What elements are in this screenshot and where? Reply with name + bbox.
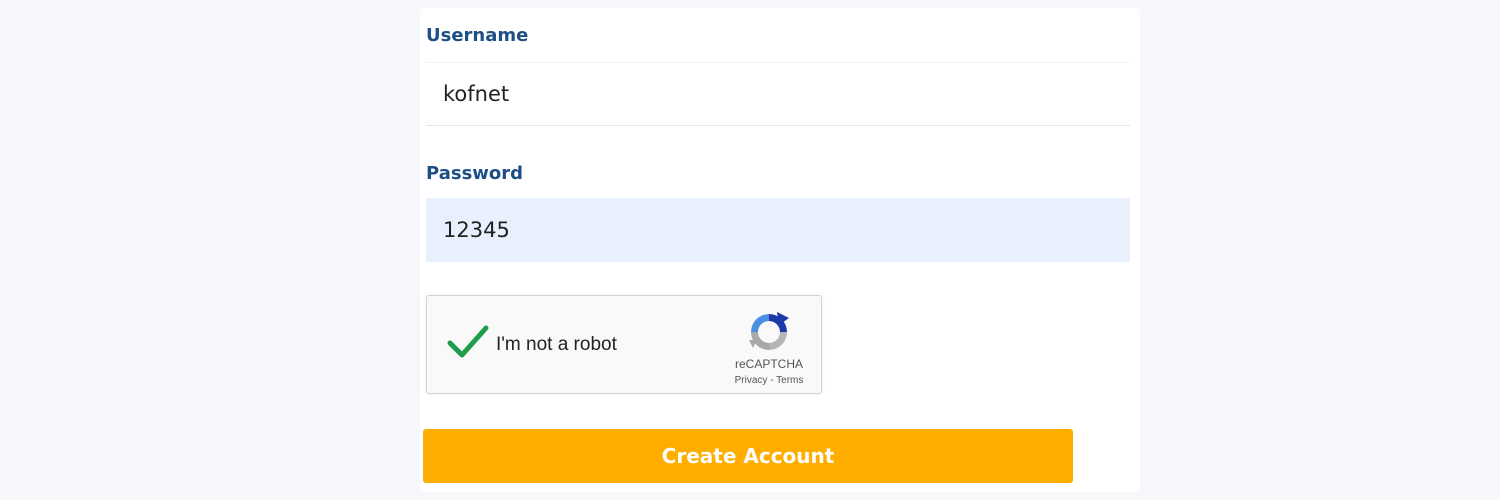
recaptcha-links: Privacy - Terms (723, 375, 815, 386)
checkmark-icon[interactable] (447, 324, 489, 360)
username-label: Username (426, 25, 529, 46)
signup-form: Username Password I'm not a robot reCAPT… (420, 8, 1140, 492)
link-separator: - (770, 375, 774, 386)
recaptcha-logo-icon (749, 312, 789, 350)
recaptcha-brand: reCAPTCHA (734, 357, 803, 371)
terms-link[interactable]: Terms (776, 375, 803, 386)
privacy-link[interactable]: Privacy (735, 375, 768, 386)
username-input[interactable] (426, 62, 1130, 126)
password-label: Password (426, 163, 524, 184)
password-input[interactable] (426, 198, 1130, 262)
create-account-button[interactable]: Create Account (423, 429, 1073, 483)
recaptcha-widget: I'm not a robot reCAPTCHA Privacy - Term… (426, 295, 822, 394)
captcha-label: I'm not a robot (496, 334, 617, 355)
